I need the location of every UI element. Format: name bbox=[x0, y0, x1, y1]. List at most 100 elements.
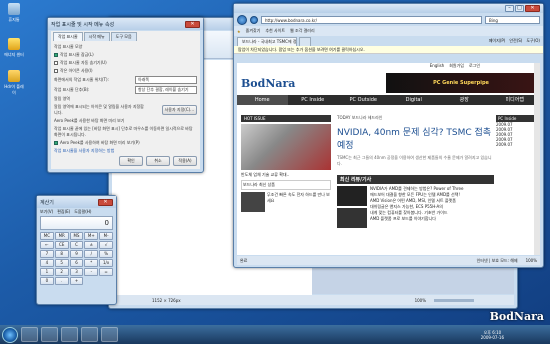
menu-help[interactable]: 도움말(H) bbox=[74, 208, 91, 215]
minimize-button[interactable]: – bbox=[505, 5, 514, 12]
tab-toolbars[interactable]: 도구 모음 bbox=[110, 32, 137, 41]
hot-issue-image[interactable] bbox=[241, 124, 331, 170]
apply-button[interactable]: 적용(A) bbox=[173, 156, 197, 166]
help-link[interactable]: 작업 표시줄을 사용자 지정하는 방법 bbox=[54, 148, 197, 154]
checkbox-aero-peek[interactable] bbox=[54, 141, 58, 145]
desktop-icon-recycle-bin[interactable]: 휴지통 bbox=[3, 3, 25, 23]
ad-banner[interactable]: PC Genie Superpipe bbox=[386, 73, 536, 93]
calc-key[interactable]: MC bbox=[40, 232, 54, 240]
desktop-icon-energy-center[interactable]: 에너지 센터 bbox=[3, 38, 25, 58]
nav-pc-inside[interactable]: PC Inside bbox=[288, 95, 339, 105]
calc-key[interactable]: 5 bbox=[54, 259, 69, 267]
calc-key[interactable]: C bbox=[69, 241, 84, 249]
cancel-button[interactable]: 취소 bbox=[146, 156, 170, 166]
option-small-icons[interactable]: 작은 아이콘 사용(I) bbox=[54, 68, 197, 74]
link-signup[interactable]: 회원가입 bbox=[449, 63, 464, 71]
status-zoom[interactable]: 100% bbox=[526, 258, 537, 263]
calc-key[interactable]: 9 bbox=[69, 250, 84, 258]
new-tab-button[interactable] bbox=[299, 37, 311, 46]
option-lock[interactable]: 작업 표시줄 잠금(L) bbox=[54, 52, 197, 58]
menu-edit[interactable]: 편집(E) bbox=[57, 208, 70, 215]
page-menu[interactable]: 페이지(P) bbox=[489, 38, 506, 44]
calc-key[interactable]: CE bbox=[54, 241, 69, 249]
tab-start-menu[interactable]: 시작 메뉴 bbox=[83, 32, 110, 41]
calc-key[interactable]: ± bbox=[84, 241, 99, 249]
menu-view[interactable]: 보기(V) bbox=[40, 208, 53, 215]
review-thumb-2[interactable] bbox=[337, 208, 367, 228]
link-english[interactable]: English bbox=[430, 63, 444, 71]
popup-notice[interactable]: 팝업이 차단되었습니다. 팝업 또는 추가 옵션을 보려면 여기를 클릭하십시오… bbox=[234, 46, 543, 54]
checkbox-autohide[interactable] bbox=[54, 61, 58, 65]
headline[interactable]: NVIDIA, 40nm 문제 심각? TSMC 접촉예정 bbox=[337, 125, 494, 151]
calc-key[interactable]: 6 bbox=[69, 259, 84, 267]
tab-taskbar[interactable]: 작업 표시줄 bbox=[53, 32, 83, 41]
review-item[interactable]: AMD 플랫폼 프로 보드를 이야기합니다 bbox=[370, 216, 494, 222]
calc-key[interactable]: 3 bbox=[69, 268, 84, 276]
calc-key[interactable]: / bbox=[84, 250, 99, 258]
search-input[interactable]: Bing bbox=[485, 15, 540, 24]
tab-bodnara[interactable]: 보드나라 - 국내최고 TSMC에 정 거대... bbox=[237, 37, 297, 46]
ok-button[interactable]: 확인 bbox=[119, 156, 143, 166]
calc-key[interactable]: 8 bbox=[54, 250, 69, 258]
review-thumb-1[interactable] bbox=[337, 186, 367, 206]
star-icon[interactable]: ★ bbox=[237, 29, 241, 34]
taskbar-paint-icon[interactable] bbox=[81, 327, 98, 342]
desktop-icon-folder[interactable]: Hdr이 플레이 bbox=[3, 70, 25, 96]
buttons-select[interactable]: 항상 단추 결합, 레이블 숨기기 bbox=[135, 86, 197, 94]
hot-caption[interactable]: 반도체 업체 기술 교류 확대.. bbox=[241, 172, 331, 178]
nav-square[interactable]: 광장 bbox=[439, 95, 490, 105]
fav-item-1[interactable]: 추천 사이트 bbox=[265, 28, 285, 34]
nav-pc-outside[interactable]: PC Outside bbox=[338, 95, 389, 105]
calc-key[interactable]: 2 bbox=[54, 268, 69, 276]
calc-key[interactable]: MR bbox=[54, 232, 69, 240]
option-aero-peek[interactable]: Aero Peek를 사용하여 바탕 화면 미리 보기(P) bbox=[54, 140, 197, 146]
calc-key[interactable]: 1 bbox=[40, 268, 54, 276]
calc-key[interactable]: 7 bbox=[40, 250, 54, 258]
forward-icon[interactable] bbox=[250, 15, 258, 24]
link-login[interactable]: 로그인 bbox=[469, 63, 480, 71]
taskbar-ie-icon[interactable] bbox=[21, 327, 38, 342]
ie-close-button[interactable]: ✕ bbox=[525, 5, 540, 12]
calc-key[interactable]: = bbox=[99, 268, 113, 276]
nav-digital[interactable]: Digital bbox=[389, 95, 440, 105]
checkbox-small-icons[interactable] bbox=[54, 69, 58, 73]
clock[interactable]: 오후 6:10 2009-07-16 bbox=[481, 330, 504, 340]
scrollbar[interactable] bbox=[534, 63, 540, 255]
calc-key[interactable]: MS bbox=[69, 232, 84, 240]
maximize-button[interactable]: □ bbox=[515, 5, 524, 12]
calc-key[interactable]: 4 bbox=[40, 259, 54, 267]
address-bar[interactable]: http://www.bodnara.co.kr/ bbox=[261, 15, 482, 24]
site-logo[interactable]: BodNara bbox=[241, 77, 295, 90]
calculator-close-button[interactable]: ✕ bbox=[98, 198, 113, 206]
calc-key[interactable]: + bbox=[69, 277, 84, 285]
taskbar-explorer-icon[interactable] bbox=[41, 327, 58, 342]
favorites-button[interactable]: 즐겨찾기 bbox=[246, 28, 261, 34]
fav-item-2[interactable]: 웹 조각 갤러리 bbox=[290, 28, 315, 34]
paint-zoom-slider[interactable] bbox=[434, 298, 474, 302]
start-orb-icon[interactable] bbox=[2, 326, 18, 343]
back-icon[interactable] bbox=[237, 14, 247, 25]
close-button[interactable]: ✕ bbox=[185, 20, 200, 28]
taskbar-media-player-icon[interactable] bbox=[61, 327, 78, 342]
calc-key[interactable]: * bbox=[84, 259, 99, 267]
safety-menu[interactable]: 안전(S) bbox=[509, 38, 522, 44]
calc-key[interactable]: 0 bbox=[40, 277, 54, 285]
calc-key[interactable]: . bbox=[54, 277, 69, 285]
customize-button[interactable]: 사용자 지정(C)... bbox=[161, 105, 197, 115]
side-product[interactable]: 무조건 빠른 속도 전자 하드를 만나 보세요 bbox=[241, 192, 331, 212]
calc-key[interactable]: 1/x bbox=[99, 259, 113, 267]
calc-key[interactable]: √ bbox=[99, 241, 113, 249]
option-autohide[interactable]: 작업 표시줄 자동 숨기기(U) bbox=[54, 60, 197, 66]
nav-media-lab[interactable]: 미디어랩 bbox=[490, 95, 541, 105]
nav-home[interactable]: Home bbox=[237, 95, 288, 105]
calc-key[interactable]: % bbox=[99, 250, 113, 258]
taskbar-calculator-icon[interactable] bbox=[101, 327, 118, 342]
right-item[interactable]: 2009.07 bbox=[496, 142, 538, 147]
position-select[interactable]: 아래쪽 bbox=[135, 76, 197, 84]
checkbox-lock[interactable] bbox=[54, 53, 58, 57]
calc-key[interactable]: M- bbox=[99, 232, 113, 240]
tools-menu[interactable]: 도구(O) bbox=[526, 38, 540, 44]
calc-key[interactable]: - bbox=[84, 268, 99, 276]
calc-key[interactable]: M+ bbox=[84, 232, 99, 240]
calc-key[interactable]: ← bbox=[40, 241, 54, 249]
